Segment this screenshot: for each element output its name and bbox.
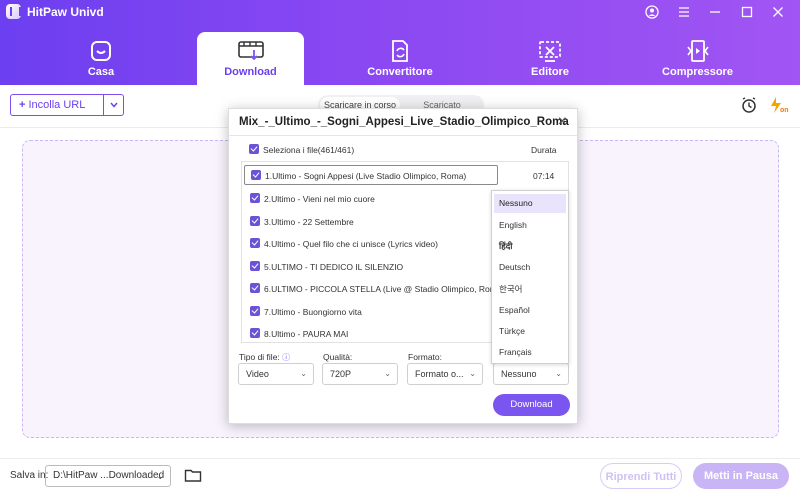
item-title: 7.Ultimo - Buongiorno vita xyxy=(264,307,362,317)
plus-icon: + xyxy=(19,99,26,111)
tab-converter[interactable]: Convertitore xyxy=(330,32,470,85)
subtitle-option[interactable]: Türkçe xyxy=(494,322,566,341)
item-checkbox[interactable] xyxy=(250,283,260,293)
file-type-select[interactable]: Video ⌄ xyxy=(238,363,314,385)
tab-label: Download xyxy=(224,66,277,78)
chevron-down-icon: ⌄ xyxy=(156,471,164,481)
editor-icon xyxy=(537,39,563,63)
item-title: 1.Ultimo - Sogni Appesi (Live Stadio Oli… xyxy=(265,171,467,181)
alarm-clock-icon[interactable] xyxy=(740,96,758,114)
download-film-icon xyxy=(237,39,264,63)
subtitle-dropdown-list: Nessuno English हिंदी Deutsch 한국어 Españo… xyxy=(491,190,569,364)
save-path-value: D:\HitPaw ...Downloaded xyxy=(53,470,165,481)
subtitle-option[interactable]: Français xyxy=(494,343,566,362)
turbo-on-icon[interactable]: on xyxy=(769,96,791,114)
file-type-label: Tipo di file: ⓘ xyxy=(239,352,290,363)
folder-icon[interactable] xyxy=(184,467,202,483)
tab-label: Casa xyxy=(87,66,115,78)
chevron-down-icon: ⌄ xyxy=(469,369,476,378)
app-header: HitPaw Univd Casa Download Convertitore … xyxy=(0,0,800,85)
item-checkbox[interactable] xyxy=(250,328,260,338)
dialog-title: Mix_-_Ultimo_-_Sogni_Appesi_Live_Stadio_… xyxy=(239,116,569,128)
maximize-icon[interactable] xyxy=(738,3,756,21)
format-value: Formato o... xyxy=(415,369,464,379)
account-icon[interactable] xyxy=(643,3,661,21)
title-bar: HitPaw Univd xyxy=(0,0,800,24)
file-type-value: Video xyxy=(246,369,269,379)
paste-url-label: Incolla URL xyxy=(28,99,86,111)
quality-label: Qualità: xyxy=(323,352,353,362)
item-title: 5.ULTIMO - TI DEDICO IL SILENZIO xyxy=(264,262,404,272)
save-to-label: Salva in: xyxy=(10,470,49,481)
item-checkbox[interactable] xyxy=(250,238,260,248)
item-checkbox[interactable] xyxy=(250,306,260,316)
item-checkbox[interactable] xyxy=(250,261,260,271)
subtitle-option[interactable]: हिंदी xyxy=(494,237,566,256)
item-checkbox[interactable] xyxy=(251,170,261,180)
tab-label: Compressore xyxy=(662,66,733,78)
tab-editor[interactable]: Editore xyxy=(495,32,605,85)
chevron-down-icon: ⌄ xyxy=(555,369,562,378)
item-duration: 07:14 xyxy=(533,171,555,181)
item-title: 6.ULTIMO - PICCOLA STELLA (Live @ Stadio… xyxy=(264,284,505,294)
dialog-divider xyxy=(229,135,577,136)
item-title: 8.Ultimo - PAURA MAI xyxy=(264,329,349,339)
item-title: 2.Ultimo - Vieni nel mio cuore xyxy=(264,194,375,204)
subtitle-option[interactable]: 한국어 xyxy=(494,280,566,299)
subtitle-option[interactable]: Español xyxy=(494,301,566,320)
format-label: Formato: xyxy=(408,352,443,362)
paste-url-button[interactable]: + Incolla URL xyxy=(10,94,124,116)
svg-text:on: on xyxy=(780,107,789,114)
item-title: 3.Ultimo - 22 Settembre xyxy=(264,217,354,227)
app-logo-icon xyxy=(6,4,21,19)
item-checkbox[interactable] xyxy=(250,216,260,226)
list-item[interactable]: 1.Ultimo - Sogni Appesi (Live Stadio Oli… xyxy=(244,165,554,185)
pause-all-button[interactable]: Metti in Pausa Tutti xyxy=(693,463,789,489)
item-title: 4.Ultimo - Quel filo che ci unisce (Lyri… xyxy=(264,239,438,249)
tab-compressor[interactable]: Compressore xyxy=(655,32,740,85)
app-title: HitPaw Univd xyxy=(27,5,104,19)
tab-download[interactable]: Download xyxy=(197,32,304,85)
tab-label: Convertitore xyxy=(367,66,433,78)
save-path-select[interactable]: D:\HitPaw ...Downloaded ⌄ xyxy=(45,465,171,487)
chevron-down-icon: ⌄ xyxy=(300,369,307,378)
tab-label: Editore xyxy=(531,66,569,78)
select-all-label: Seleziona i file(461/461) xyxy=(263,145,355,155)
select-all-checkbox[interactable] xyxy=(249,144,259,154)
item-checkbox[interactable] xyxy=(250,193,260,203)
minimize-icon[interactable] xyxy=(706,3,724,21)
quality-value: 720P xyxy=(330,369,352,379)
chevron-down-icon[interactable] xyxy=(104,95,124,115)
tab-home[interactable]: Casa xyxy=(32,32,170,85)
close-icon[interactable]: × xyxy=(558,113,567,131)
subtitle-option[interactable]: Deutsch xyxy=(494,258,566,277)
resume-all-button[interactable]: Riprendi Tutti xyxy=(600,463,682,489)
info-icon[interactable]: ⓘ xyxy=(282,353,290,362)
paste-url-main[interactable]: + Incolla URL xyxy=(11,95,103,115)
download-button[interactable]: Download xyxy=(493,394,570,416)
menu-icon[interactable] xyxy=(675,3,693,21)
chevron-down-icon: ⌄ xyxy=(384,369,391,378)
duration-header: Durata xyxy=(531,145,557,155)
compress-icon xyxy=(685,39,711,63)
subtitle-option[interactable]: English xyxy=(494,216,566,235)
close-window-icon[interactable] xyxy=(769,3,787,21)
file-type-label-text: Tipo di file: xyxy=(239,352,280,362)
home-icon xyxy=(88,39,114,63)
subtitle-value: Nessuno xyxy=(501,369,537,379)
quality-select[interactable]: 720P ⌄ xyxy=(322,363,398,385)
format-select[interactable]: Formato o... ⌄ xyxy=(407,363,483,385)
subtitle-select[interactable]: Nessuno ⌄ xyxy=(493,363,569,385)
convert-icon xyxy=(387,39,413,63)
subtitle-option[interactable]: Nessuno xyxy=(494,194,566,213)
